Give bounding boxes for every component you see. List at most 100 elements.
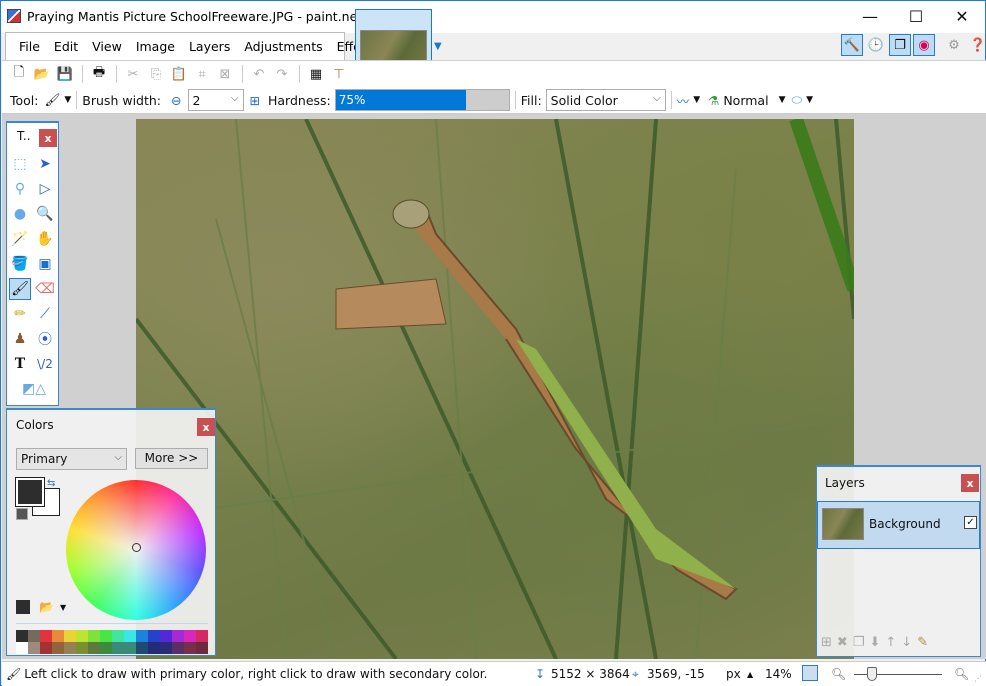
menu-layers[interactable]: Layers [182,39,237,54]
palette-swatch[interactable] [124,630,136,642]
merge-layer-down-icon[interactable]: ⬇ [869,635,880,650]
history-window-toggle-clock-icon[interactable]: 🕒 [865,34,887,56]
hardness-slider[interactable]: 75% [334,89,510,111]
palette-swatch[interactable] [88,630,100,642]
palette-swatch[interactable] [112,642,124,654]
add-layer-icon[interactable]: ⊞ [821,635,832,650]
paintbrush-icon[interactable]: 🖌 [9,278,31,300]
units-dropdown-arrow-icon[interactable]: ▲ [747,670,753,679]
fill-mode-combo[interactable]: Solid Color ⌵ [545,89,666,111]
zoom-magnifier-icon[interactable]: 🔍 [34,203,56,225]
grid-icon[interactable]: ▦ [305,63,327,85]
layers-close-button[interactable]: x [961,474,979,492]
tools-close-button[interactable]: x [39,129,57,147]
palette-swatch[interactable] [100,630,112,642]
palette-swatch[interactable] [148,630,160,642]
tools-window-toggle-hammer-icon[interactable]: 🔨 [841,34,863,56]
zoom-level[interactable]: 14% [765,667,792,681]
palette-swatch[interactable] [184,642,196,654]
color-mode-combo[interactable]: Primary ⌵ [16,448,127,470]
antialiasing-curve-icon[interactable]: 〰 [677,91,690,110]
antialias-dropdown-arrow-icon[interactable]: ▼ [693,95,700,105]
move-selected-pixels-icon[interactable]: ➤ [34,153,56,175]
layer-properties-icon[interactable]: ✎ [917,635,928,650]
palette-swatch[interactable] [40,642,52,654]
palette-swatch[interactable] [136,630,148,642]
magic-wand-icon[interactable]: 🪄 [9,228,31,250]
resize-grip-icon[interactable]: ⋰ [974,674,982,683]
palette-swatch[interactable] [172,642,184,654]
crop-to-selection-icon[interactable]: ⌗ [191,63,213,85]
menu-file[interactable]: File [12,39,47,54]
palette-swatch[interactable] [40,630,52,642]
palette-swatch[interactable] [100,642,112,654]
palette-swatch[interactable] [64,630,76,642]
document-list-dropdown-icon[interactable]: ▼ [434,41,442,52]
palette-swatch[interactable] [64,642,76,654]
layer-row-background[interactable]: Background ✓ [817,501,980,549]
eraser-icon[interactable]: ⌫ [34,278,56,300]
colors-window-toggle-wheel-icon[interactable]: ◉ [913,34,935,56]
menu-edit[interactable]: Edit [47,39,85,54]
palette-swatch[interactable] [52,630,64,642]
text-tool-icon[interactable]: T [9,353,31,375]
blend-mode-value[interactable]: Normal [723,93,768,108]
palette-swatch[interactable] [112,630,124,642]
clone-stamp-icon[interactable]: ♟ [9,328,31,350]
duplicate-layer-icon[interactable]: ❐ [853,635,865,650]
add-to-palette-icon[interactable] [16,600,30,614]
open-folder-icon[interactable]: 📂 [31,63,53,85]
increase-width-plus-icon[interactable]: ⊞ [250,93,260,108]
palette-swatch[interactable] [16,642,28,654]
primary-color-swatch[interactable] [15,477,45,507]
palette-swatch[interactable] [124,642,136,654]
move-selection-icon[interactable]: ▷ [34,178,56,200]
palette-swatch[interactable] [16,630,28,642]
zoom-slider-thumb[interactable] [867,667,877,681]
palette-swatch[interactable] [52,642,64,654]
tool-dropdown-arrow-icon[interactable]: ▼ [64,95,71,105]
paste-clipboard-icon[interactable]: 📋 [168,63,190,85]
zoom-to-window-icon[interactable] [802,665,818,681]
palette-swatch[interactable] [148,642,160,654]
close-button[interactable]: ✕ [939,1,985,31]
layer-visibility-checkbox[interactable]: ✓ [964,516,977,529]
image-canvas-praying-mantis[interactable] [136,119,854,659]
paint-bucket-icon[interactable]: 🪣 [9,253,31,275]
palette-swatch[interactable] [184,630,196,642]
blend-mode-flask-icon[interactable]: ⚗ [708,93,719,108]
colors-close-button[interactable]: x [197,418,215,436]
shapes-icon[interactable]: ◩△ [19,378,49,400]
paintbrush-tool-icon[interactable]: 🖌 [45,92,61,108]
settings-gear-icon[interactable]: ⚙ [943,34,965,56]
zoom-in-icon[interactable]: 🔍︎ [954,667,969,681]
brush-width-combo[interactable]: 2 ⌵ [187,89,244,111]
cut-scissors-icon[interactable]: ✂ [122,63,144,85]
delete-layer-icon[interactable]: ✖ [837,635,848,650]
palette-dropdown-arrow-icon[interactable]: ▼ [60,603,66,612]
rulers-icon[interactable]: ⊤ [328,63,350,85]
more-colors-button[interactable]: More >> [135,448,208,469]
ellipse-select-icon[interactable]: ● [9,203,31,225]
move-layer-up-icon[interactable]: ↑ [885,635,896,650]
alpha-dropdown-arrow-icon[interactable]: ▼ [806,95,813,105]
line-curve-icon[interactable]: \/2 [34,353,56,375]
units-selector[interactable]: px [726,667,741,681]
alpha-blending-icon[interactable]: ⬭ [791,92,802,108]
palette-swatch[interactable] [160,642,172,654]
palette-swatch[interactable] [172,630,184,642]
palette-swatch[interactable] [88,642,100,654]
palette-swatch[interactable] [160,630,172,642]
swap-colors-icon[interactable]: ⇆ [47,478,55,489]
menu-image[interactable]: Image [129,39,182,54]
gradient-icon[interactable]: ▣ [34,253,56,275]
palette-swatch[interactable] [28,642,40,654]
palette-swatch[interactable] [76,642,88,654]
redo-arrow-icon[interactable]: ↷ [271,63,293,85]
print-icon[interactable]: 🖶 [88,63,110,85]
help-icon[interactable]: ❓ [967,34,986,56]
blend-dropdown-arrow-icon[interactable]: ▼ [779,95,786,105]
pan-hand-icon[interactable]: ✋ [34,228,56,250]
deselect-icon[interactable]: ⊠ [214,63,236,85]
menu-adjustments[interactable]: Adjustments [237,39,329,54]
